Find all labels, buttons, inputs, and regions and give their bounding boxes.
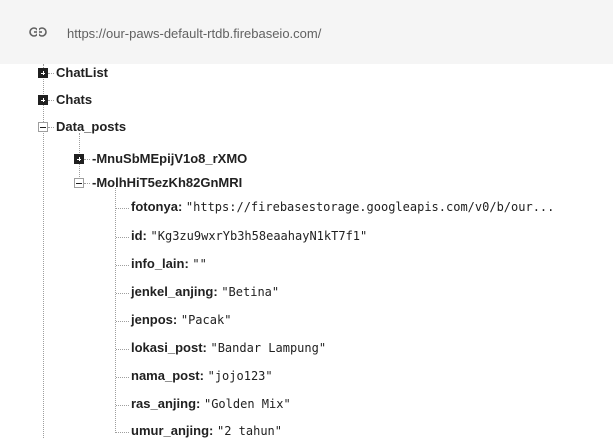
tree-connector	[84, 183, 90, 184]
tree-guide-line	[43, 64, 44, 438]
field-value[interactable]: "jojo123"	[208, 369, 273, 383]
tree-connector	[116, 432, 129, 433]
field-row[interactable]: jenpos: "Pacak"	[131, 312, 231, 327]
field-row[interactable]: jenkel_anjing: "Betina"	[131, 284, 279, 299]
field-key: umur_anjing:	[131, 423, 214, 438]
field-key: info_lain:	[131, 256, 189, 271]
field-row[interactable]: umur_anjing: "2 tahun"	[131, 423, 282, 438]
expand-chats-toggle[interactable]	[38, 95, 48, 105]
tree-connector	[48, 73, 54, 74]
tree-connector	[116, 208, 129, 209]
field-row[interactable]: info_lain: ""	[131, 256, 207, 271]
database-tree: ChatList Chats Data_posts -MnuSbMEpijV1o…	[0, 0, 613, 438]
field-row[interactable]: lokasi_post: "Bandar Lampung"	[131, 340, 326, 355]
field-row[interactable]: fotonya: "https://firebasestorage.google…	[131, 199, 554, 214]
field-value[interactable]: "Pacak"	[181, 313, 232, 327]
tree-guide-line	[115, 188, 116, 433]
field-value[interactable]: "https://firebasestorage.googleapis.com/…	[186, 200, 554, 214]
tree-connector	[116, 377, 129, 378]
collapse-post-2-toggle[interactable]	[74, 178, 84, 188]
tree-connector	[48, 100, 54, 101]
tree-connector	[84, 159, 90, 160]
field-key: jenpos:	[131, 312, 178, 327]
field-value[interactable]: "2 tahun"	[217, 424, 282, 438]
node-data-posts[interactable]: Data_posts	[56, 119, 126, 134]
tree-connector	[116, 265, 129, 266]
node-chatlist[interactable]: ChatList	[56, 65, 108, 80]
tree-connector	[116, 349, 129, 350]
tree-connector	[48, 127, 54, 128]
node-post-1[interactable]: -MnuSbMEpijV1o8_rXMO	[92, 151, 247, 166]
tree-connector	[116, 405, 129, 406]
field-row[interactable]: ras_anjing: "Golden Mix"	[131, 396, 291, 411]
tree-connector	[116, 293, 129, 294]
field-key: id:	[131, 228, 147, 243]
field-key: jenkel_anjing:	[131, 284, 218, 299]
field-value[interactable]: "Golden Mix"	[204, 397, 291, 411]
field-value[interactable]: "Kg3zu9wxrYb3h58eaahayN1kT7f1"	[151, 229, 368, 243]
expand-post-1-toggle[interactable]	[74, 154, 84, 164]
field-key: ras_anjing:	[131, 396, 201, 411]
field-value[interactable]: ""	[192, 257, 206, 271]
field-key: nama_post:	[131, 368, 204, 383]
field-row[interactable]: nama_post: "jojo123"	[131, 368, 273, 383]
field-key: fotonya:	[131, 199, 183, 214]
tree-connector	[116, 321, 129, 322]
field-value[interactable]: "Bandar Lampung"	[210, 341, 326, 355]
field-value[interactable]: "Betina"	[221, 285, 279, 299]
node-chats[interactable]: Chats	[56, 92, 92, 107]
expand-chatlist-toggle[interactable]	[38, 68, 48, 78]
collapse-data-posts-toggle[interactable]	[38, 122, 48, 132]
field-row[interactable]: id: "Kg3zu9wxrYb3h58eaahayN1kT7f1"	[131, 228, 367, 243]
field-key: lokasi_post:	[131, 340, 207, 355]
tree-connector	[116, 237, 129, 238]
